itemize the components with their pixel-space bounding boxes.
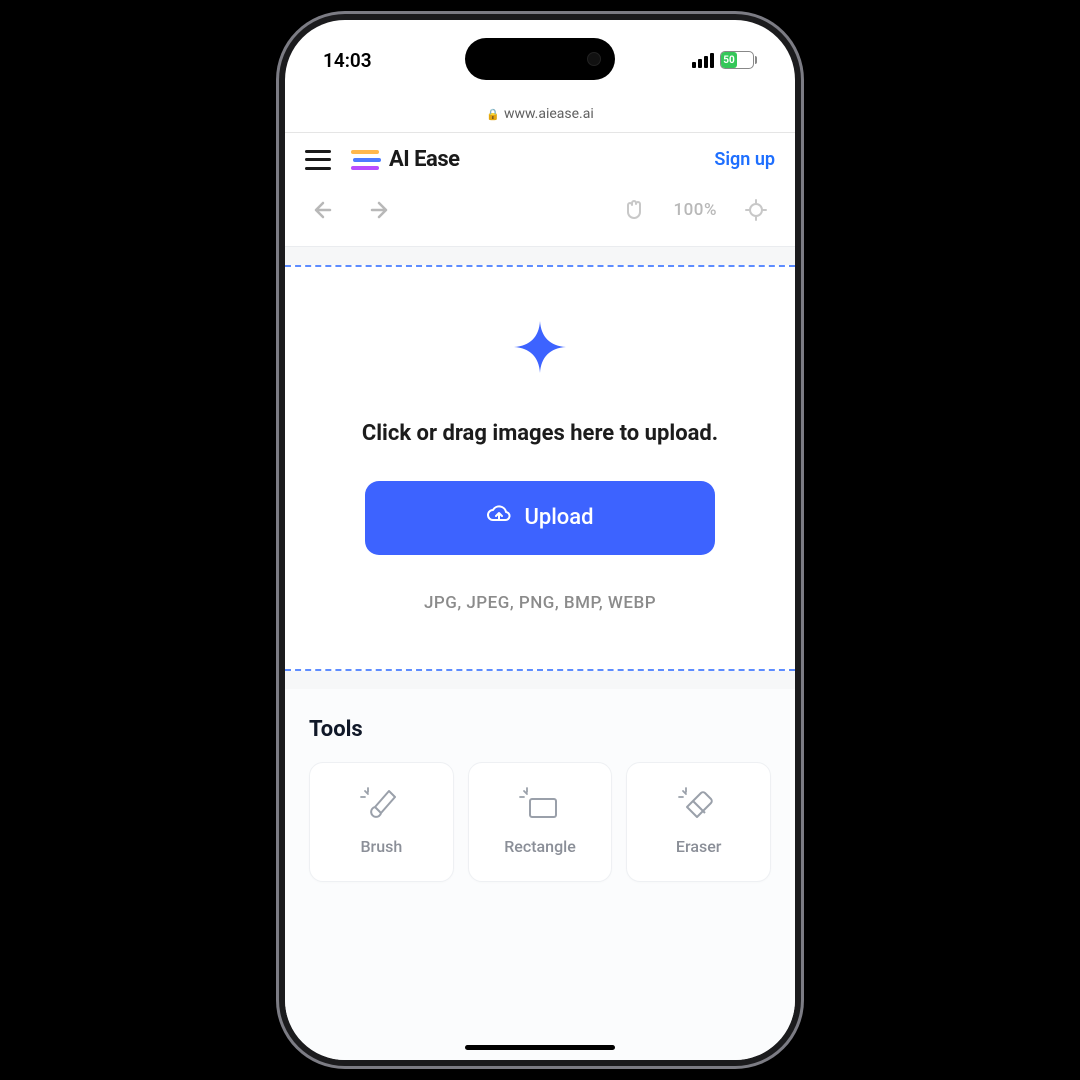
canvas-spacer-2	[285, 671, 795, 689]
dynamic-island	[465, 38, 615, 80]
tool-rectangle[interactable]: Rectangle	[468, 762, 613, 882]
tool-brush[interactable]: Brush	[309, 762, 454, 882]
signup-link[interactable]: Sign up	[714, 149, 775, 170]
tools-title: Tools	[309, 717, 771, 742]
tools-panel: Tools Brush	[285, 689, 795, 1060]
cloud-upload-icon	[486, 504, 512, 532]
upload-button[interactable]: Upload	[365, 481, 715, 555]
editor-toolbar: 100%	[285, 186, 795, 247]
upload-dropzone[interactable]: Click or drag images here to upload. Upl…	[285, 265, 795, 671]
rectangle-icon	[518, 787, 562, 827]
canvas-spacer	[285, 247, 795, 265]
zoom-level[interactable]: 100%	[673, 200, 717, 220]
logo-icon	[351, 148, 381, 172]
battery-icon: 50	[720, 51, 757, 69]
tool-label: Brush	[360, 837, 402, 856]
pan-hand-icon[interactable]	[623, 198, 645, 222]
sparkle-plus-icon	[303, 315, 777, 379]
signal-icon	[692, 53, 714, 68]
status-time: 14:03	[323, 49, 372, 72]
upload-button-label: Upload	[524, 505, 593, 530]
dropzone-prompt: Click or drag images here to upload.	[303, 419, 777, 449]
eraser-icon	[677, 787, 721, 827]
home-indicator[interactable]	[465, 1045, 615, 1050]
supported-formats: JPG, JPEG, PNG, BMP, WEBP	[303, 593, 777, 613]
lock-icon: 🔒	[486, 108, 500, 121]
tool-eraser[interactable]: Eraser	[626, 762, 771, 882]
browser-url: www.aiease.ai	[504, 106, 594, 122]
center-target-icon[interactable]	[745, 199, 767, 221]
browser-url-bar[interactable]: 🔒 www.aiease.ai	[285, 100, 795, 133]
brush-icon	[359, 787, 403, 827]
logo[interactable]: AI Ease	[351, 147, 460, 172]
redo-icon[interactable]	[365, 199, 389, 221]
logo-text: AI Ease	[389, 147, 460, 172]
app-header: AI Ease Sign up	[285, 133, 795, 186]
tool-label: Rectangle	[504, 837, 576, 856]
tool-label: Eraser	[676, 837, 722, 856]
undo-icon[interactable]	[313, 199, 337, 221]
menu-icon[interactable]	[305, 150, 331, 170]
